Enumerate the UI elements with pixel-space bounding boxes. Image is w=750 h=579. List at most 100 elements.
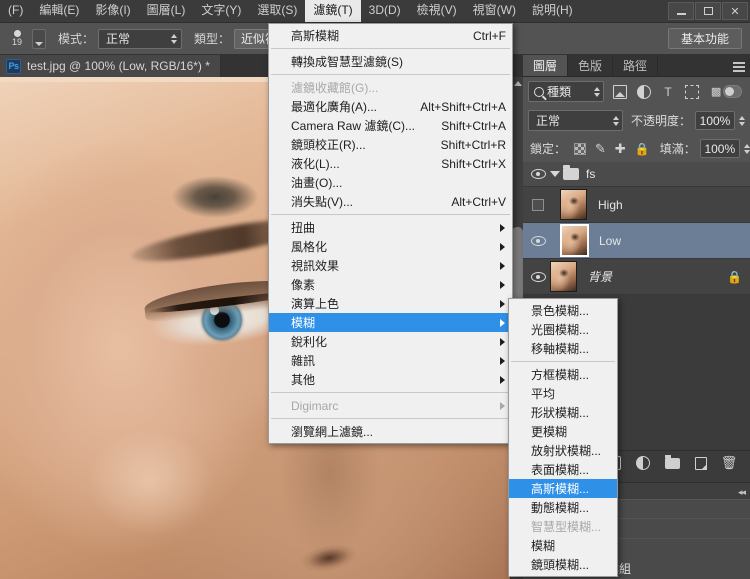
visibility-toggle[interactable] [526, 169, 550, 179]
menu-option-distort[interactable]: 扭曲 [269, 218, 512, 237]
layer-row-low[interactable]: Low [523, 223, 750, 259]
layer-thumbnail[interactable] [561, 225, 588, 256]
submenu-option-blur[interactable]: 模糊 [509, 536, 617, 555]
layer-thumbnail[interactable] [550, 261, 577, 292]
submenu-option-tilt-shift[interactable]: 移軸模糊... [509, 339, 617, 358]
menu-option-gaussian-blur-repeat[interactable]: 高斯模糊 Ctrl+F [269, 26, 512, 45]
layer-filter-kind-select[interactable]: 種類 [528, 81, 604, 102]
layer-filter-toggle[interactable] [723, 85, 742, 98]
opacity-spinner-icon[interactable] [739, 116, 745, 126]
menu-option-stylize[interactable]: 風格化 [269, 237, 512, 256]
new-adjustment-layer-icon[interactable] [636, 456, 650, 470]
maximize-button[interactable] [695, 2, 721, 20]
chevron-right-icon [500, 402, 505, 410]
lock-image-brush-icon[interactable]: ✎ [595, 141, 606, 157]
chevron-down-icon[interactable] [550, 171, 560, 177]
menu-item-file[interactable]: (F) [0, 0, 31, 22]
menu-item-layer[interactable]: 圖層(L) [139, 0, 194, 22]
menu-item-3d[interactable]: 3D(D) [361, 0, 409, 22]
menu-item-edit[interactable]: 編輯(E) [31, 0, 87, 22]
layer-row-group-fs[interactable]: fs [523, 162, 750, 187]
menu-option-convert-smart-filter[interactable]: 轉換成智慧型濾鏡(S) [269, 52, 512, 71]
menu-option-label: 光圈模糊... [531, 321, 589, 338]
submenu-option-gaussian-blur[interactable]: 高斯模糊... [509, 479, 617, 498]
new-group-icon[interactable] [665, 458, 680, 469]
brush-size-preview[interactable]: 19 [4, 26, 30, 52]
submenu-option-average[interactable]: 平均 [509, 384, 617, 403]
mode-select[interactable]: 正常 [98, 29, 182, 49]
shape-filter-icon[interactable] [685, 85, 699, 99]
menu-option-liquify[interactable]: 液化(L)... Shift+Ctrl+X [269, 154, 512, 173]
menu-option-label: 雜訊 [291, 352, 315, 369]
menu-option-video[interactable]: 視訊效果 [269, 256, 512, 275]
menu-separator [271, 214, 510, 215]
close-button[interactable]: ✕ [722, 2, 748, 20]
submenu-option-iris-blur[interactable]: 光圈模糊... [509, 320, 617, 339]
search-icon [534, 87, 544, 97]
delete-layer-icon[interactable]: 🗑 [722, 456, 736, 470]
submenu-option-surface-blur[interactable]: 表面模糊... [509, 460, 617, 479]
tab-paths[interactable]: 路徑 [613, 55, 658, 76]
menu-option-lens-correction[interactable]: 鏡頭校正(R)... Shift+Ctrl+R [269, 135, 512, 154]
menu-option-pixelate[interactable]: 像素 [269, 275, 512, 294]
menu-option-label: 最適化廣角(A)... [291, 98, 377, 115]
menu-option-label: 演算上色 [291, 295, 339, 312]
menu-option-oil-paint[interactable]: 油畫(O)... [269, 173, 512, 192]
menu-item-window[interactable]: 視窗(W) [465, 0, 524, 22]
menu-item-image[interactable]: 影像(I) [87, 0, 138, 22]
lock-transparency-icon[interactable] [574, 143, 586, 155]
menu-option-label: 景色模糊... [531, 302, 589, 319]
menu-item-type[interactable]: 文字(Y) [193, 0, 249, 22]
submenu-option-motion-blur[interactable]: 動態模糊... [509, 498, 617, 517]
submenu-option-box-blur[interactable]: 方框模糊... [509, 365, 617, 384]
tab-channels[interactable]: 色版 [568, 55, 613, 76]
menu-item-help[interactable]: 說明(H) [524, 0, 581, 22]
smartobject-filter-icon[interactable]: ▩ [709, 85, 723, 99]
submenu-option-shape-blur[interactable]: 形狀模糊... [509, 403, 617, 422]
layer-row-high[interactable]: High [523, 187, 750, 223]
collapse-icon[interactable]: ◂◂ [738, 487, 745, 498]
layers-panel-tabs: 圖層 色版 路徑 [523, 55, 750, 77]
workspace-button[interactable]: 基本功能 [668, 28, 742, 49]
lock-all-icon[interactable]: 🔒 [635, 142, 650, 156]
submenu-option-blur-more[interactable]: 更模糊 [509, 422, 617, 441]
menu-option-blur[interactable]: 模糊 [269, 313, 512, 332]
layer-row-background[interactable]: 背景 🔒 [523, 259, 750, 295]
menu-option-adaptive-wide-angle[interactable]: 最適化廣角(A)... Alt+Shift+Ctrl+A [269, 97, 512, 116]
fill-spinner-icon[interactable] [744, 144, 750, 154]
menu-item-select[interactable]: 選取(S) [249, 0, 305, 22]
lock-position-move-icon[interactable]: ✚ [615, 141, 626, 157]
filter-dropdown-menu[interactable]: 高斯模糊 Ctrl+F 轉換成智慧型濾鏡(S) 濾鏡收藏館(G)... 最適化廣… [268, 23, 513, 444]
menu-option-sharpen[interactable]: 銳利化 [269, 332, 512, 351]
fill-value[interactable]: 100% [700, 139, 740, 158]
scroll-up-icon[interactable] [514, 81, 522, 86]
image-filter-icon[interactable] [613, 85, 627, 99]
type-filter-icon[interactable]: T [661, 85, 675, 99]
brush-preset-dropdown[interactable] [32, 29, 46, 49]
menu-item-filter[interactable]: 濾鏡(T) [305, 0, 360, 22]
submenu-option-field-blur[interactable]: 景色模糊... [509, 301, 617, 320]
visibility-toggle[interactable] [526, 199, 550, 211]
panel-menu-icon[interactable] [733, 62, 745, 74]
menu-option-render[interactable]: 演算上色 [269, 294, 512, 313]
document-tab[interactable]: Ps test.jpg @ 100% (Low, RGB/16*) * [0, 55, 221, 77]
menu-option-camera-raw-filter[interactable]: Camera Raw 濾鏡(C)... Shift+Ctrl+A [269, 116, 512, 135]
submenu-option-lens-blur[interactable]: 鏡頭模糊... [509, 555, 617, 574]
blend-mode-select[interactable]: 正常 [528, 110, 623, 131]
folder-icon [563, 168, 579, 180]
visibility-toggle[interactable] [526, 236, 550, 246]
menu-option-noise[interactable]: 雜訊 [269, 351, 512, 370]
minimize-button[interactable] [668, 2, 694, 20]
layer-thumbnail[interactable] [560, 189, 587, 220]
visibility-toggle[interactable] [526, 272, 550, 282]
adjustment-filter-icon[interactable] [637, 85, 651, 99]
submenu-option-radial-blur[interactable]: 放射狀模糊... [509, 441, 617, 460]
menu-option-vanishing-point[interactable]: 消失點(V)... Alt+Ctrl+V [269, 192, 512, 211]
menu-option-browse-filters-online[interactable]: 瀏覽網上濾鏡... [269, 422, 512, 441]
opacity-value[interactable]: 100% [695, 111, 735, 130]
menu-item-view[interactable]: 檢視(V) [409, 0, 465, 22]
tab-layers[interactable]: 圖層 [523, 55, 568, 76]
blur-submenu[interactable]: 景色模糊... 光圈模糊... 移軸模糊... 方框模糊... 平均 形狀模糊.… [508, 298, 618, 577]
new-layer-icon[interactable] [695, 457, 707, 470]
menu-option-other[interactable]: 其他 [269, 370, 512, 389]
